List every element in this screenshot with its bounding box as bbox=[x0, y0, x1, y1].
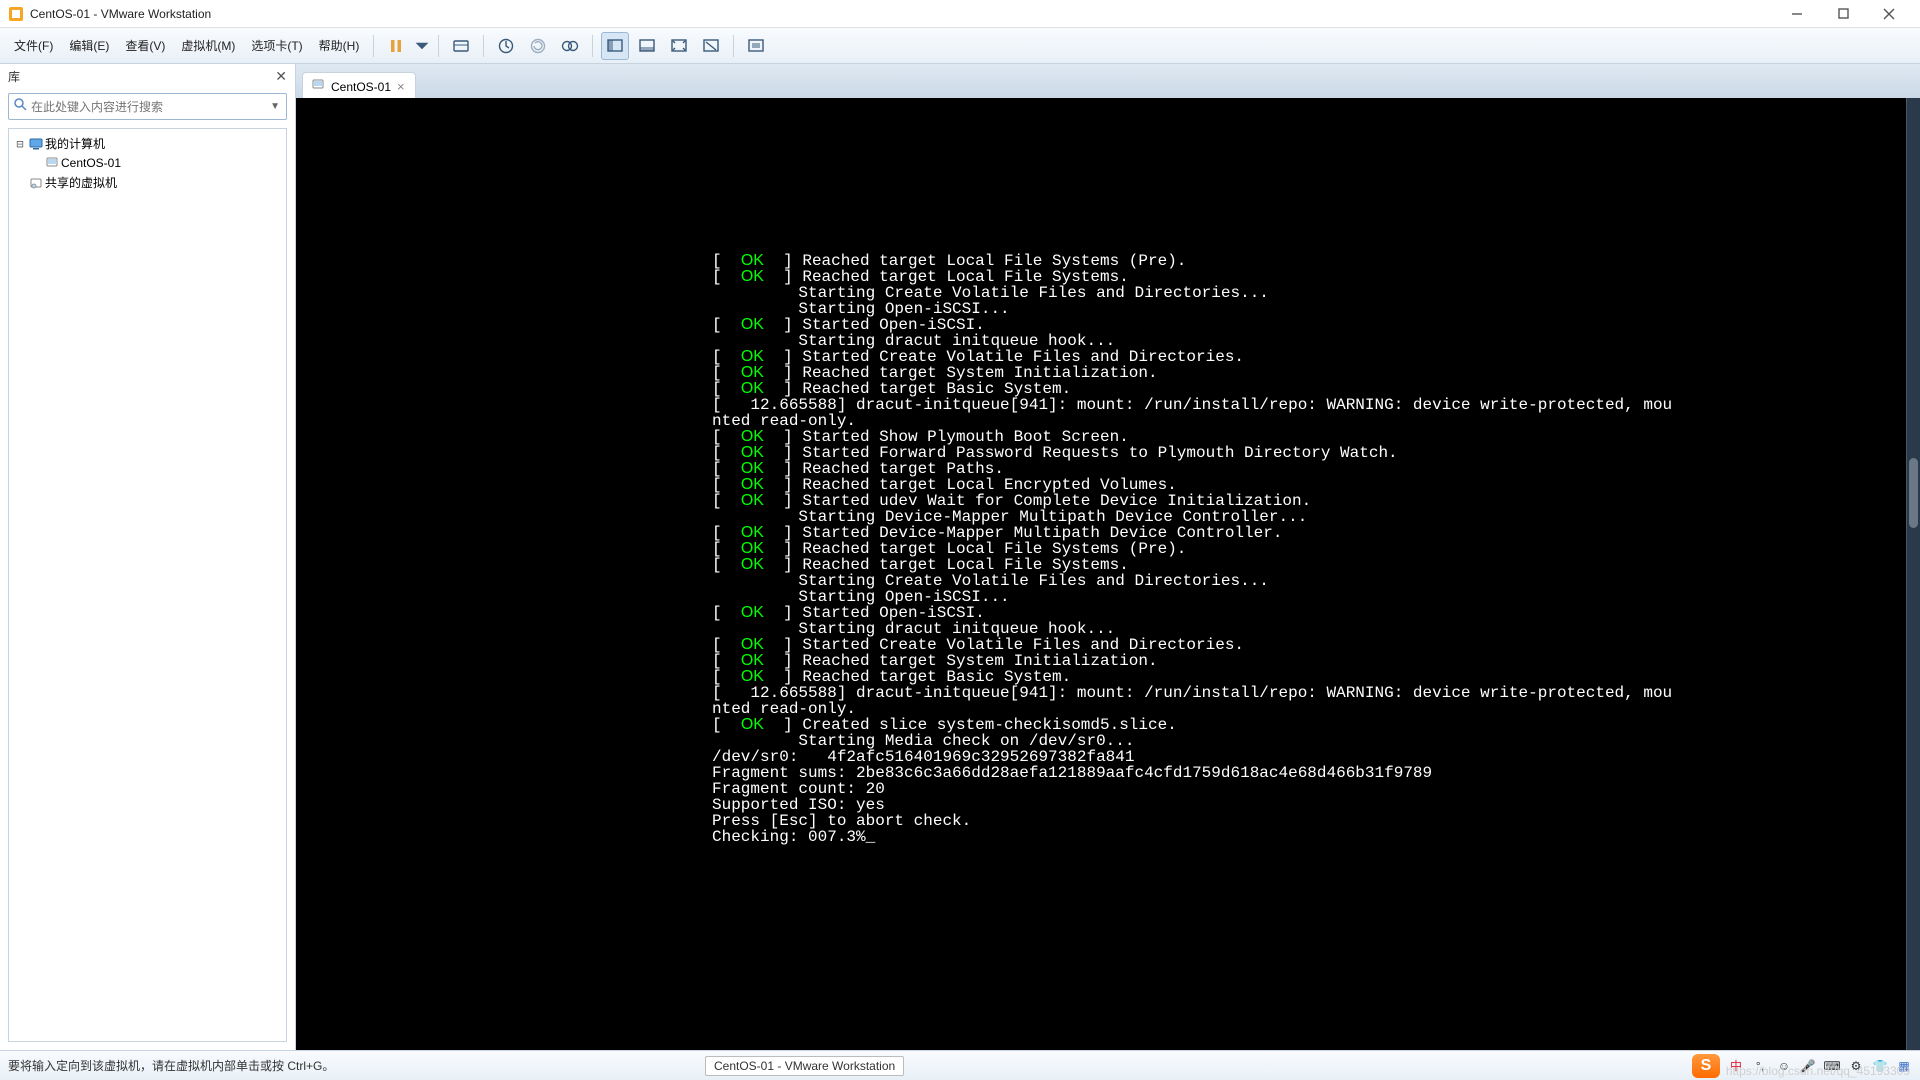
snapshot-revert-button[interactable] bbox=[524, 32, 552, 60]
vm-console[interactable]: [ OK ] Reached target Local File Systems… bbox=[296, 98, 1920, 1050]
tree-label: 共享的虚拟机 bbox=[45, 174, 117, 191]
menubar: 文件(F) 编辑(E) 查看(V) 虚拟机(M) 选项卡(T) 帮助(H) bbox=[0, 28, 1920, 64]
search-icon bbox=[13, 97, 27, 116]
tree-label: 我的计算机 bbox=[45, 135, 105, 152]
snapshot-manager-button[interactable] bbox=[556, 32, 584, 60]
tree-node-my-computer[interactable]: ⊟ 我的计算机 bbox=[11, 133, 284, 154]
view-unity-button[interactable] bbox=[697, 32, 725, 60]
statusbar: 要将输入定向到该虚拟机，请在虚拟机内部单击或按 Ctrl+G。 CentOS-0… bbox=[0, 1050, 1920, 1080]
app-icon bbox=[8, 6, 24, 22]
menu-edit[interactable]: 编辑(E) bbox=[61, 33, 117, 58]
menu-vm[interactable]: 虚拟机(M) bbox=[173, 33, 243, 58]
menu-view[interactable]: 查看(V) bbox=[117, 33, 173, 58]
send-ctrl-alt-del-button[interactable] bbox=[447, 32, 475, 60]
menu-file[interactable]: 文件(F) bbox=[6, 33, 61, 58]
library-search[interactable]: ▼ bbox=[8, 93, 287, 120]
watermark: https://blog.csdn.net/qq_45193309 bbox=[1726, 1064, 1910, 1078]
library-tree: ⊟ 我的计算机 CentOS-01 共享的虚拟机 bbox=[8, 128, 287, 1042]
snapshot-take-button[interactable] bbox=[492, 32, 520, 60]
tree-node-centos[interactable]: CentOS-01 bbox=[11, 154, 284, 172]
status-message: 要将输入定向到该虚拟机，请在虚拟机内部单击或按 Ctrl+G。 bbox=[0, 1057, 334, 1074]
minimize-button[interactable] bbox=[1774, 0, 1820, 28]
view-console-button[interactable] bbox=[601, 32, 629, 60]
close-button[interactable] bbox=[1866, 0, 1912, 28]
tree-label: CentOS-01 bbox=[61, 156, 121, 170]
tab-centos[interactable]: CentOS-01 × bbox=[302, 72, 416, 99]
scrollbar-thumb[interactable] bbox=[1909, 458, 1918, 528]
library-sidebar: 库 ✕ ▼ ⊟ 我的计算机 CentOS-01 bbox=[0, 64, 296, 1050]
shared-icon bbox=[27, 176, 45, 190]
close-library-button[interactable]: ✕ bbox=[275, 68, 287, 85]
maximize-button[interactable] bbox=[1820, 0, 1866, 28]
menu-help[interactable]: 帮助(H) bbox=[311, 33, 368, 58]
tab-vm-icon bbox=[311, 78, 325, 95]
ime-badge[interactable]: S bbox=[1692, 1054, 1720, 1078]
vm-icon bbox=[43, 156, 61, 170]
console-scrollbar[interactable] bbox=[1906, 98, 1920, 1050]
window-title: CentOS-01 - VMware Workstation bbox=[30, 7, 211, 21]
tab-label: CentOS-01 bbox=[331, 80, 391, 94]
search-dropdown-icon[interactable]: ▼ bbox=[268, 101, 282, 112]
menu-tabs[interactable]: 选项卡(T) bbox=[243, 33, 310, 58]
workspace: 库 ✕ ▼ ⊟ 我的计算机 CentOS-01 bbox=[0, 64, 1920, 1050]
view-thumbnail-button[interactable] bbox=[633, 32, 661, 60]
library-title: 库 bbox=[8, 68, 20, 85]
tabstrip: CentOS-01 × bbox=[296, 64, 1920, 98]
tab-close-button[interactable]: × bbox=[397, 80, 405, 93]
console-output: [ OK ] Reached target Local File Systems… bbox=[712, 253, 1672, 845]
fullscreen-button[interactable] bbox=[742, 32, 770, 60]
tree-node-shared[interactable]: 共享的虚拟机 bbox=[11, 172, 284, 193]
search-input[interactable] bbox=[31, 100, 268, 114]
view-stretch-button[interactable] bbox=[665, 32, 693, 60]
suspend-button[interactable] bbox=[382, 32, 410, 60]
client-area: CentOS-01 × [ OK ] Reached target Local … bbox=[296, 64, 1920, 1050]
power-dropdown[interactable] bbox=[414, 32, 430, 60]
status-pill: CentOS-01 - VMware Workstation bbox=[705, 1056, 904, 1076]
computer-icon bbox=[27, 137, 45, 151]
titlebar: CentOS-01 - VMware Workstation bbox=[0, 0, 1920, 28]
